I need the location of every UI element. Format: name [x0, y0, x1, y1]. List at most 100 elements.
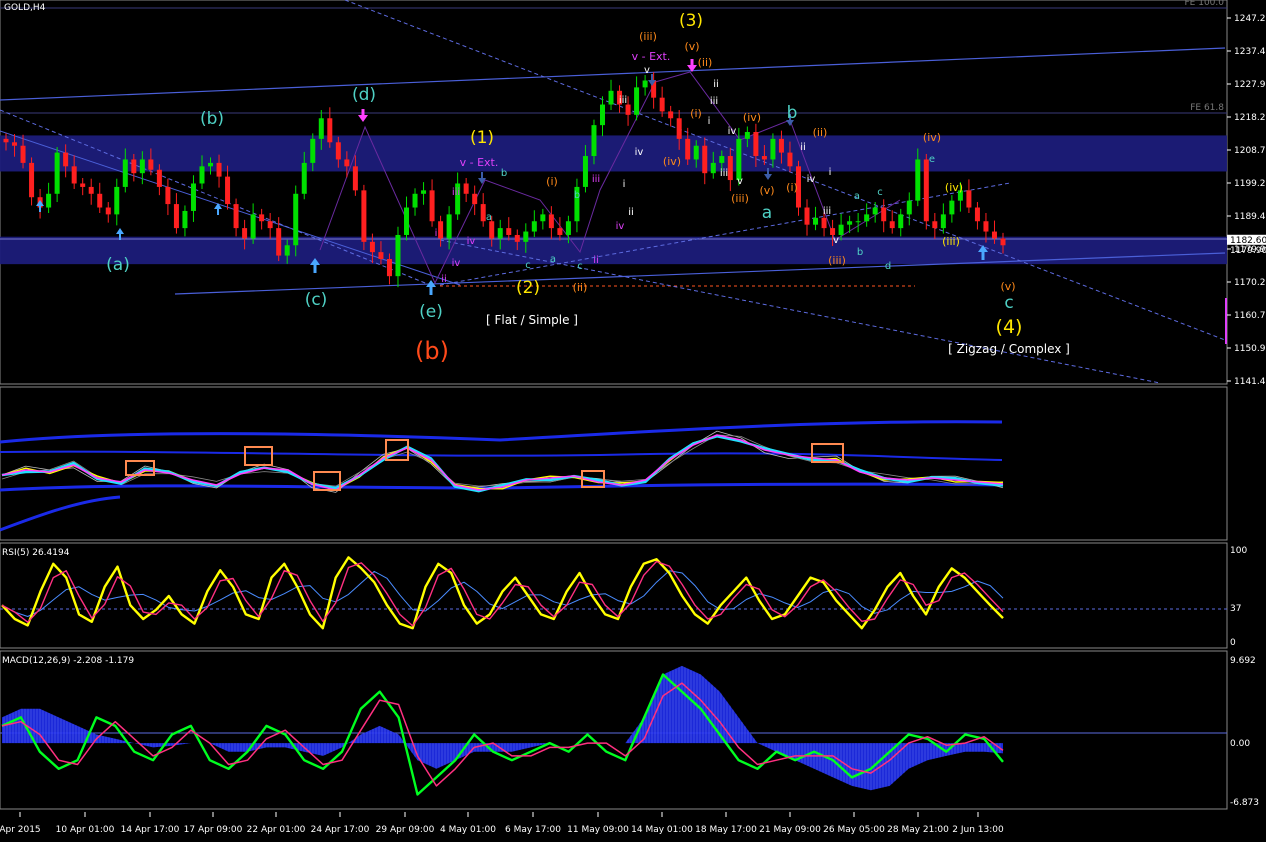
- candle: [242, 228, 248, 239]
- indicator-tick-label: 100: [1230, 546, 1247, 556]
- time-tick-label: 17 Apr 09:00: [184, 825, 243, 835]
- candle: [855, 221, 861, 223]
- candle: [318, 118, 324, 139]
- svg-text:b: b: [574, 190, 580, 201]
- candle: [719, 156, 725, 163]
- macd-title: MACD(12,26,9) -2.208 -1.179: [2, 656, 134, 666]
- time-tick-label: 24 Apr 17:00: [311, 825, 370, 835]
- svg-text:d: d: [885, 261, 891, 272]
- wave-label-v-ext-3: v - Ext.: [632, 50, 671, 63]
- svg-text:iii: iii: [619, 95, 627, 106]
- time-tick-label: 21 May 09:00: [759, 825, 821, 835]
- svg-text:ii: ii: [800, 142, 806, 153]
- svg-text:iii: iii: [823, 206, 831, 217]
- time-tick-label: 14 May 01:00: [631, 825, 693, 835]
- svg-text:i: i: [435, 228, 438, 239]
- candle: [165, 186, 171, 205]
- candle: [284, 245, 290, 256]
- candle: [131, 159, 137, 174]
- candle: [906, 200, 912, 215]
- candle: [63, 152, 69, 167]
- candle: [991, 231, 997, 239]
- candle: [293, 193, 299, 246]
- candle: [625, 104, 631, 115]
- svg-text:iv: iv: [616, 221, 625, 232]
- candle: [702, 145, 708, 174]
- candle: [838, 224, 844, 235]
- price-tick-label: 1237.46: [1234, 47, 1266, 57]
- trading-chart[interactable]: (a) (b) (c) (d) (e) (b) (1) v - Ext. (2)…: [0, 0, 1266, 842]
- candle: [889, 221, 895, 229]
- candle: [114, 186, 120, 215]
- price-tick-label: 1189.46: [1234, 212, 1266, 222]
- candle: [940, 214, 946, 229]
- svg-text:iv: iv: [728, 126, 737, 137]
- svg-text:iv: iv: [467, 236, 476, 247]
- price-tick-label: 1141.46: [1234, 377, 1266, 387]
- candle: [463, 183, 469, 194]
- candle: [361, 190, 367, 242]
- candle: [736, 138, 742, 181]
- candle: [685, 138, 691, 160]
- price-marker: [1225, 298, 1227, 344]
- wave-label-c: (c): [305, 290, 328, 310]
- price-tick-label: 1170.21: [1234, 278, 1266, 288]
- price-tick-label: 1218.21: [1234, 113, 1266, 123]
- candle: [582, 156, 588, 187]
- svg-text:a: a: [550, 254, 556, 265]
- candle: [421, 190, 427, 194]
- svg-text:a: a: [486, 212, 492, 223]
- svg-text:c: c: [577, 261, 583, 272]
- wave-label-v-top: (v): [684, 40, 699, 53]
- label-zigzag-complex: [ Zigzag / Complex ]: [948, 342, 1070, 356]
- candle: [71, 166, 77, 184]
- svg-text:iii: iii: [452, 187, 460, 198]
- wave-label-iii-right: (iii): [828, 254, 846, 267]
- wave-label-iv-mid: (iv): [663, 155, 681, 168]
- candle: [727, 156, 733, 181]
- candle: [472, 193, 478, 205]
- wave-label-1: (1): [470, 128, 494, 148]
- candle: [787, 152, 793, 167]
- candle: [156, 169, 162, 187]
- candle: [949, 200, 955, 215]
- time-tick-label: 2 Jun 13:00: [952, 825, 1004, 835]
- candle: [80, 183, 86, 187]
- wave-label-v-ext-1: v - Ext.: [460, 156, 499, 169]
- current-price: 1182.60: [1230, 236, 1266, 246]
- candle: [438, 221, 444, 239]
- svg-text:iii: iii: [592, 174, 600, 185]
- wave-label-ii-left: (ii): [573, 281, 588, 294]
- time-tick-label: 10 Apr 01:00: [56, 825, 115, 835]
- candle: [139, 159, 145, 174]
- candle: [898, 214, 904, 229]
- candle: [514, 234, 520, 242]
- candle: [540, 214, 546, 222]
- candle: [335, 142, 341, 160]
- wave-label-iii-top: (iii): [639, 30, 657, 43]
- svg-text:ii: ii: [441, 274, 447, 285]
- time-tick-label: 4 May 01:00: [440, 825, 496, 835]
- wave-label-iv-right: (iv): [923, 131, 941, 144]
- candle: [821, 217, 827, 229]
- candle: [301, 162, 307, 194]
- svg-text:ii: ii: [593, 255, 599, 266]
- candle: [386, 259, 392, 277]
- indicator-tick-label: 0: [1230, 638, 1236, 648]
- candle: [634, 87, 640, 115]
- wave-label-a-small: a: [762, 203, 772, 223]
- svg-text:i: i: [829, 167, 832, 178]
- candle: [412, 193, 418, 208]
- candle: [276, 228, 282, 256]
- svg-text:a: a: [854, 191, 860, 202]
- svg-text:iv: iv: [635, 147, 644, 158]
- price-tick-label: 1247.21: [1234, 14, 1266, 24]
- candle: [267, 221, 273, 229]
- svg-text:iii: iii: [720, 168, 728, 179]
- candle: [105, 207, 111, 215]
- candle: [565, 221, 571, 235]
- candle: [233, 204, 239, 229]
- price-tick-label: 1160.71: [1234, 311, 1266, 321]
- wave-label-3: (3): [679, 11, 703, 31]
- svg-text:v: v: [644, 65, 650, 76]
